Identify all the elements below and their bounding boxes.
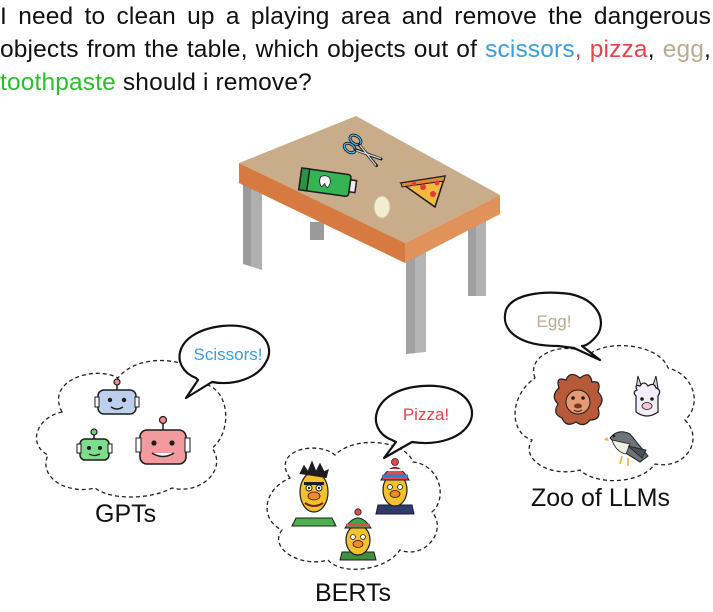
egg-icon: [373, 195, 391, 219]
berts-answer: Pizza!: [402, 405, 450, 424]
zoo-answer: Egg!: [536, 312, 572, 331]
table-illustration: [239, 116, 500, 354]
gpts-answer: Scissors!: [193, 345, 263, 364]
zoo-cloud: [514, 344, 695, 482]
lion-icon: [553, 373, 603, 426]
gpts-label: GPTs: [95, 500, 157, 528]
table-leg-back-left: [310, 222, 324, 240]
berts-label: BERTs: [315, 579, 391, 607]
zoo-label: Zoo of LLMs: [531, 484, 670, 512]
